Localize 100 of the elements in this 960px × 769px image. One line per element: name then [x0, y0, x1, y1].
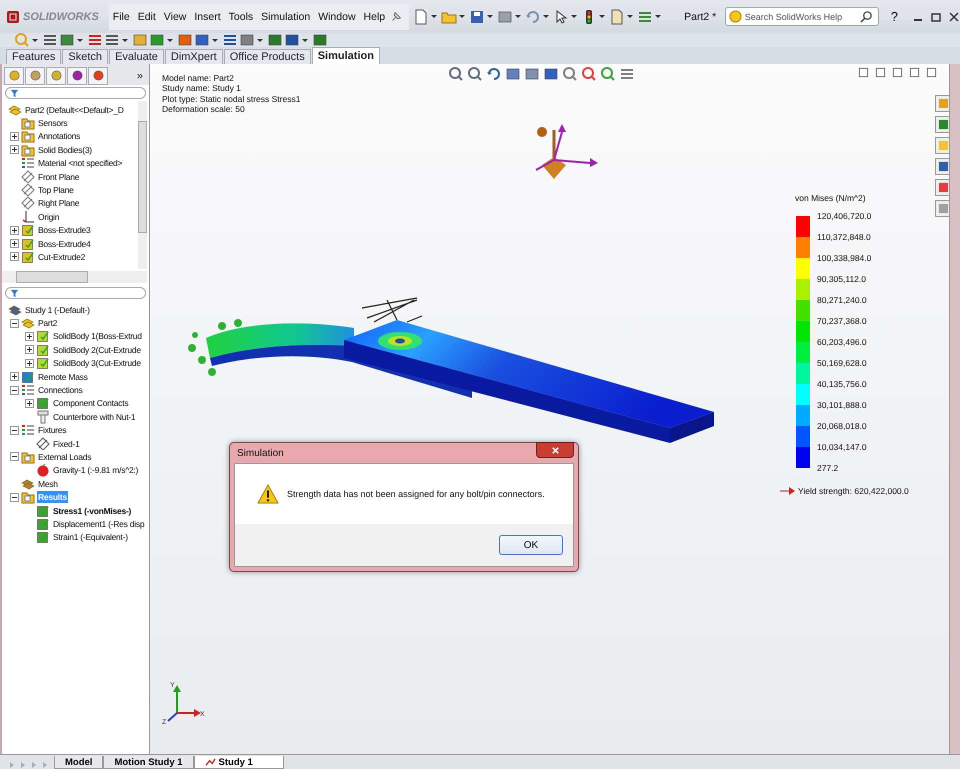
- expander-toggle[interactable]: [10, 226, 19, 235]
- dropdown-caret-icon[interactable]: [431, 15, 438, 18]
- search-box[interactable]: Search SolidWorks Help: [724, 7, 879, 26]
- tree-item[interactable]: Stress1 (-vonMises-): [52, 504, 132, 517]
- tree-item[interactable]: Strain1 (-Equivalent-): [52, 531, 129, 544]
- command-tab[interactable]: Simulation: [312, 47, 380, 64]
- more-tabs-button[interactable]: »: [136, 70, 143, 82]
- dropdown-caret-icon[interactable]: [571, 15, 578, 18]
- expander-toggle[interactable]: [10, 318, 19, 328]
- expander-toggle[interactable]: [25, 358, 34, 368]
- panel-tab[interactable]: [88, 66, 108, 84]
- menu-item[interactable]: View: [160, 10, 190, 22]
- tree-item[interactable]: Front Plane: [37, 170, 80, 183]
- command-tab[interactable]: Office Products: [224, 49, 311, 64]
- tree-item[interactable]: Annotations: [37, 130, 82, 142]
- filter-icon[interactable]: [10, 288, 19, 298]
- dropdown-caret-icon[interactable]: [655, 15, 662, 18]
- menu-item[interactable]: Simulation: [257, 10, 314, 22]
- expander-toggle[interactable]: [10, 386, 19, 395]
- command-tab[interactable]: DimXpert: [164, 49, 223, 64]
- expander-toggle[interactable]: [10, 252, 19, 262]
- command-tab[interactable]: Evaluate: [109, 49, 164, 64]
- plot-settings-icon[interactable]: [619, 66, 635, 82]
- filter-field[interactable]: [5, 87, 146, 99]
- expander-toggle[interactable]: [10, 132, 19, 141]
- tree-item[interactable]: Part2 (Default<<Default>_D: [24, 104, 125, 116]
- tree-item[interactable]: Part2: [37, 317, 58, 330]
- tree-item[interactable]: Study 1 (-Default-): [24, 304, 91, 316]
- new-document-icon[interactable]: [413, 8, 430, 24]
- tree-item[interactable]: SolidBody 2(Cut-Extrude: [52, 344, 142, 356]
- expander-toggle[interactable]: [10, 239, 19, 248]
- panel-tab[interactable]: [46, 66, 66, 84]
- command-tab[interactable]: Sketch: [62, 49, 108, 64]
- panel-tab[interactable]: [4, 66, 24, 84]
- filter-icon[interactable]: [10, 88, 19, 98]
- tree-item[interactable]: Displacement1 (-Res disp: [52, 518, 146, 530]
- tree-item[interactable]: SolidBody 3(Cut-Extrude: [52, 357, 142, 370]
- tree-item[interactable]: Sensors: [37, 117, 68, 130]
- menu-item[interactable]: File: [108, 10, 134, 22]
- tree-item[interactable]: Gravity-1 (:-9.81 m/s^2:): [52, 464, 140, 476]
- search-field[interactable]: Search SolidWorks Help: [744, 12, 857, 22]
- dropdown-caret-icon[interactable]: [302, 38, 308, 42]
- tree-item[interactable]: Material <not specified>: [37, 157, 124, 170]
- close-button[interactable]: [536, 442, 574, 458]
- dropdown-caret-icon[interactable]: [599, 15, 606, 18]
- dropdown-caret-icon[interactable]: [543, 15, 550, 18]
- expander-toggle[interactable]: [10, 426, 19, 435]
- dropdown-caret-icon[interactable]: [515, 15, 522, 18]
- dropdown-caret-icon[interactable]: [487, 15, 494, 18]
- tree-item[interactable]: Top Plane: [37, 184, 75, 196]
- menu-item[interactable]: Help: [360, 10, 390, 22]
- tree-item[interactable]: Fixed-1: [52, 438, 81, 450]
- expander-toggle[interactable]: [10, 492, 19, 502]
- tree-item[interactable]: Boss-Extrude3: [37, 224, 92, 236]
- expander-toggle[interactable]: [10, 452, 19, 462]
- dropdown-caret-icon[interactable]: [459, 15, 466, 18]
- dropdown-caret-icon[interactable]: [257, 38, 263, 42]
- tree-item[interactable]: External Loads: [37, 450, 92, 463]
- previous-view-icon[interactable]: [486, 66, 502, 82]
- ok-button[interactable]: OK: [499, 535, 563, 555]
- menu-item[interactable]: Insert: [190, 10, 225, 22]
- tree-item[interactable]: Mesh: [37, 478, 59, 490]
- dropdown-caret-icon[interactable]: [32, 38, 38, 42]
- tree-item[interactable]: Remote Mass: [37, 370, 89, 383]
- expander-toggle[interactable]: [10, 145, 19, 154]
- tree-item[interactable]: Connections: [37, 384, 84, 396]
- tree-item[interactable]: Fixtures: [37, 424, 68, 436]
- scrollbar[interactable]: [138, 101, 147, 269]
- command-tab[interactable]: Features: [6, 49, 62, 64]
- tree-item[interactable]: Origin: [37, 210, 60, 223]
- menu-item[interactable]: Edit: [134, 10, 160, 22]
- help-button[interactable]: ?: [890, 9, 898, 24]
- tree-item[interactable]: Cut-Extrude2: [37, 250, 86, 263]
- expander-toggle[interactable]: [25, 345, 34, 354]
- save-icon[interactable]: [469, 8, 486, 24]
- search-icon[interactable]: [860, 10, 873, 23]
- expander-toggle[interactable]: [25, 398, 34, 408]
- tree-item[interactable]: Solid Bodies(3): [37, 144, 93, 156]
- dropdown-caret-icon[interactable]: [212, 38, 218, 42]
- scrollbar[interactable]: [2, 271, 147, 283]
- tree-item[interactable]: Component Contacts: [52, 397, 130, 410]
- panel-tab[interactable]: [25, 66, 45, 84]
- study-tab[interactable]: Motion Study 1: [103, 756, 194, 769]
- dropdown-caret-icon[interactable]: [167, 38, 173, 42]
- tree-item[interactable]: SolidBody 1(Boss-Extrud: [52, 330, 143, 342]
- dropdown-caret-icon[interactable]: [77, 38, 83, 42]
- study-tab[interactable]: Study 1: [194, 756, 284, 769]
- zoom-area-icon[interactable]: [467, 66, 483, 82]
- dropdown-caret-icon[interactable]: [627, 15, 634, 18]
- study-tab[interactable]: Model: [54, 756, 104, 769]
- filter-field[interactable]: [5, 287, 146, 299]
- tree-item[interactable]: Counterbore with Nut-1: [52, 410, 136, 423]
- expander-toggle[interactable]: [25, 332, 34, 341]
- list-icon[interactable]: [42, 32, 58, 48]
- menu-item[interactable]: Tools: [224, 10, 258, 22]
- zoom-fit-icon[interactable]: [448, 66, 464, 82]
- dropdown-caret-icon[interactable]: [122, 38, 128, 42]
- expander-toggle[interactable]: [10, 372, 19, 382]
- tree-item[interactable]: Boss-Extrude4: [37, 238, 92, 250]
- panel-tab[interactable]: [67, 66, 87, 84]
